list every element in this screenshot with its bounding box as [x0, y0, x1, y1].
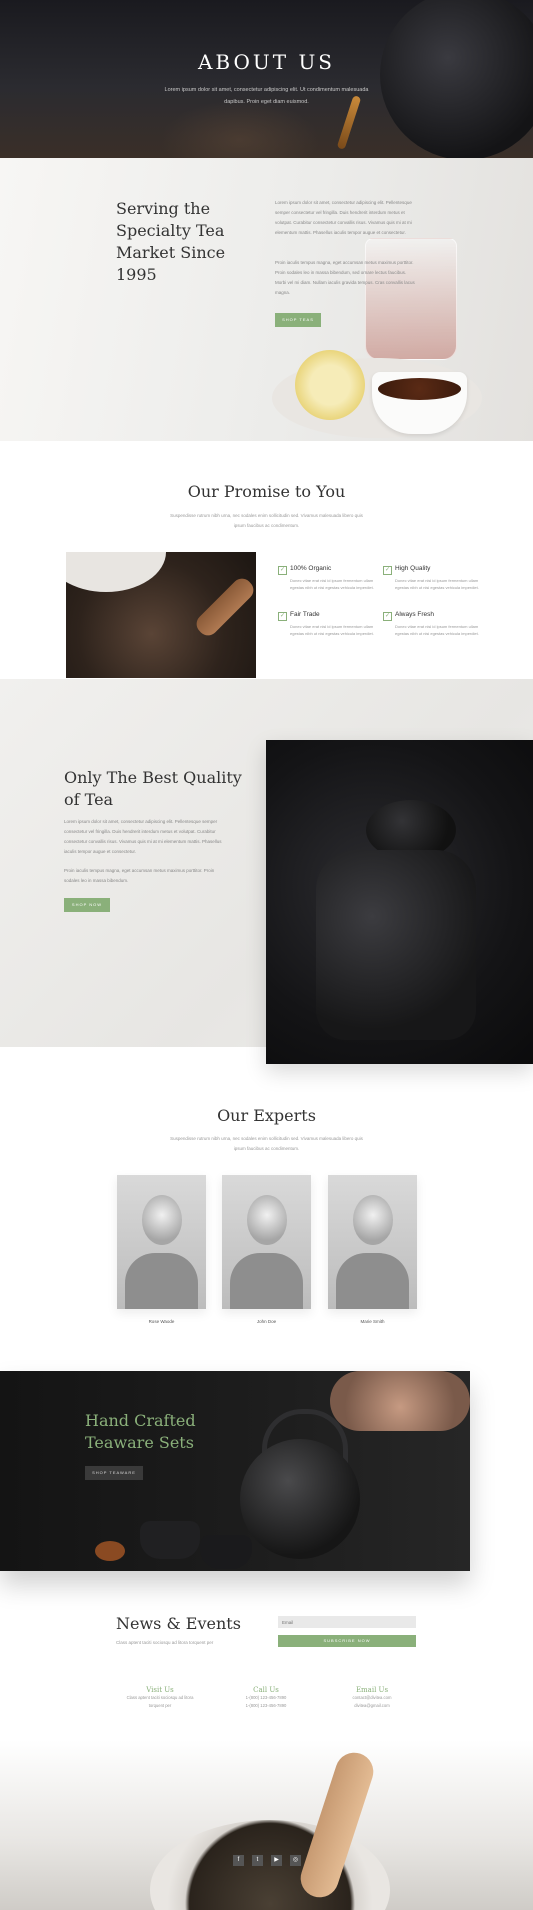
contact-email: Email Us contact@divitea.com divitea@gma…: [312, 1686, 432, 1710]
contact-visit: Visit Us Class aptent taciti sociosqu ad…: [100, 1686, 220, 1710]
expert-name: John Doe: [256, 1319, 277, 1324]
contact-title: Call Us: [253, 1686, 279, 1694]
teapot-body: [316, 850, 476, 1040]
intro-paragraph-2: Proin iaculis tempus magna, eget accumsa…: [275, 260, 415, 295]
hero-subtitle: Lorem ipsum dolor sit amet, consectetur …: [164, 87, 369, 105]
contact-line: 1-(800) 123-456-7890: [245, 1703, 287, 1708]
expert-head: [142, 1195, 182, 1245]
footer-image: [0, 1740, 533, 1910]
check-icon: ✓: [383, 612, 392, 621]
feature-description: Donec vitae erat nisl id ipsum fermentum…: [395, 624, 479, 636]
shop-teaware-button[interactable]: SHOP TEAWARE: [85, 1466, 143, 1480]
contact-line: Class aptent taciti sociosqu ad litora: [126, 1695, 194, 1700]
quality-paragraph-2: Proin iaculis tempus magna, eget accumsa…: [64, 868, 215, 883]
check-icon: ✓: [278, 612, 287, 621]
contact-title: Email Us: [355, 1686, 389, 1694]
expert-head: [353, 1195, 393, 1245]
teapot-image: [240, 1439, 360, 1559]
cast-iron-teapot-image: [266, 740, 533, 1064]
subscribe-button[interactable]: SUBSCRIBE NOW: [278, 1635, 416, 1647]
facebook-icon[interactable]: f: [233, 1855, 244, 1866]
twitter-icon[interactable]: t: [252, 1855, 263, 1866]
hero-section: [0, 0, 533, 158]
contact-line: 1-(800) 123-456-7890: [245, 1695, 287, 1700]
shop-teas-button[interactable]: SHOP TEAS: [275, 313, 321, 327]
feature-title: High Quality: [395, 565, 431, 572]
youtube-icon[interactable]: ▶: [271, 1855, 282, 1866]
tea-glass-image: [365, 238, 457, 360]
feature-description: Donec vitae erat nisl id ipsum fermentum…: [395, 578, 479, 590]
contact-call: Call Us 1-(800) 123-456-7890 1-(800) 123…: [206, 1686, 326, 1710]
feature-title: 100% Organic: [290, 565, 332, 572]
teaware-heading: Hand Crafted Teaware Sets: [85, 1411, 196, 1452]
hand-image: [330, 1371, 470, 1431]
email-field[interactable]: [278, 1616, 416, 1628]
expert-head: [247, 1195, 287, 1245]
experts-heading: Our Experts: [217, 1106, 316, 1125]
check-icon: ✓: [383, 566, 392, 575]
shop-now-button[interactable]: SHOP NOW: [64, 898, 110, 912]
expert-name: Marie Smith: [360, 1319, 385, 1324]
tea-cup-image: [200, 1535, 252, 1569]
tea-cup-image: [140, 1521, 200, 1559]
quality-heading: Only The Best Quality of Tea: [64, 768, 242, 809]
lemon-image: [295, 350, 365, 420]
loose-leaf-tea-image: [66, 552, 256, 678]
intro-heading: Serving the Specialty Tea Market Since 1…: [116, 199, 226, 284]
bowl-image: [66, 552, 166, 592]
news-heading: News & Events: [116, 1614, 241, 1633]
expert-name: Rose Waode: [148, 1319, 175, 1324]
contact-title: Visit Us: [146, 1686, 174, 1694]
tea-dish-image: [95, 1541, 125, 1561]
experts-subtitle: Suspendisse rutrum nibh urna, nec sodale…: [170, 1136, 363, 1151]
quality-paragraph-1: Lorem ipsum dolor sit amet, consectetur …: [64, 819, 222, 854]
wooden-scoop-image: [192, 574, 256, 640]
expert-photo: [328, 1175, 417, 1309]
teaware-banner: [0, 1371, 470, 1571]
intro-paragraph-1: Lorem ipsum dolor sit amet, consectetur …: [275, 200, 412, 235]
feature-title: Always Fresh: [395, 611, 435, 618]
promise-heading: Our Promise to You: [187, 482, 346, 501]
promise-subtitle: Suspendisse rutrum nibh urna, nec sodale…: [170, 513, 363, 528]
instagram-icon[interactable]: ◎: [290, 1855, 301, 1866]
contact-line[interactable]: contact@divitea.com: [312, 1694, 432, 1702]
contact-line: torquent per: [148, 1703, 172, 1708]
page-title: ABOUT US: [197, 50, 336, 74]
expert-body: [125, 1253, 198, 1309]
hero-teapot-image: [380, 0, 533, 158]
expert-body: [336, 1253, 409, 1309]
feature-title: Fair Trade: [290, 611, 320, 618]
hero-background-glow: [160, 100, 320, 158]
news-subtitle: Class aptent taciti sociosqu ad litora t…: [116, 1640, 214, 1645]
feature-description: Donec vitae erat nisl id ipsum fermentum…: [290, 578, 374, 590]
expert-body: [230, 1253, 303, 1309]
tea-liquid: [378, 378, 461, 400]
contact-line[interactable]: divitea@gmail.com: [312, 1702, 432, 1710]
expert-photo: [222, 1175, 311, 1309]
check-icon: ✓: [278, 566, 287, 575]
expert-photo: [117, 1175, 206, 1309]
intro-section: [0, 158, 533, 441]
feature-description: Donec vitae erat nisl id ipsum fermentum…: [290, 624, 374, 636]
